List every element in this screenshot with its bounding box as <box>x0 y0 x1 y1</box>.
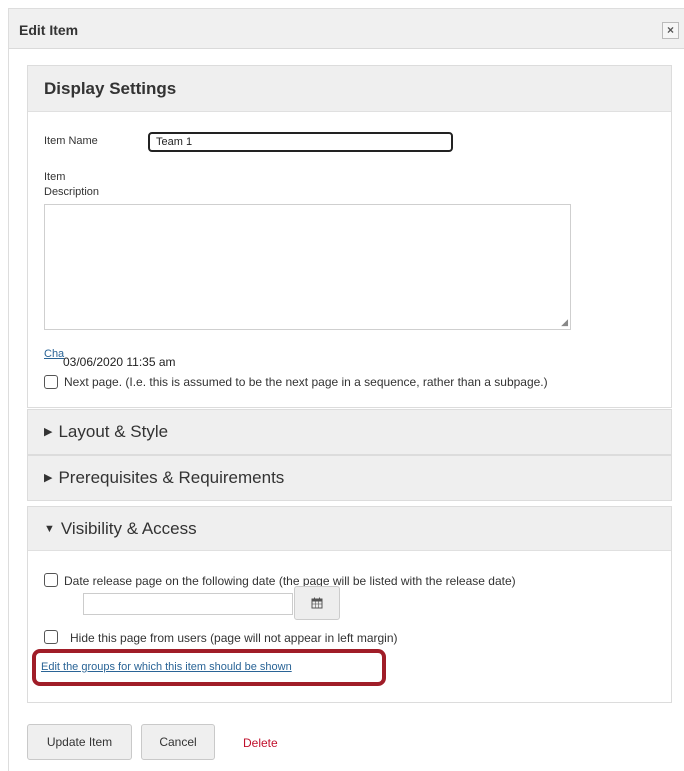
layout-style-panel[interactable]: ▶ Layout & Style <box>27 409 672 455</box>
groups-link-highlight <box>32 649 386 686</box>
display-settings-panel: Display Settings Item Name Team 1 Item D… <box>27 65 672 408</box>
visibility-access-panel: ▼ Visibility & Access Date release page o… <box>27 506 672 703</box>
date-release-checkbox[interactable] <box>44 573 58 587</box>
update-item-button[interactable]: Update Item <box>27 724 132 760</box>
hide-page-label: Hide this page from users (page will not… <box>70 631 398 645</box>
caret-right-icon: ▶ <box>44 472 53 484</box>
edit-item-dialog: Edit Item × Display Settings Item Name T… <box>8 8 684 771</box>
calendar-icon <box>311 597 323 609</box>
layout-style-title: Layout & Style <box>58 422 169 441</box>
hide-page-checkbox[interactable] <box>44 630 58 644</box>
cancel-button[interactable]: Cancel <box>141 724 215 760</box>
close-icon[interactable]: × <box>662 22 679 39</box>
change-date-link[interactable]: Cha <box>44 348 64 360</box>
calendar-button[interactable] <box>294 586 340 620</box>
item-date: 03/06/2020 11:35 am <box>63 355 176 369</box>
layout-style-header[interactable]: ▶ Layout & Style <box>28 410 671 454</box>
dialog-title: Edit Item <box>19 22 79 38</box>
next-page-label: Next page. (I.e. this is assumed to be t… <box>64 375 548 389</box>
prerequisites-title: Prerequisites & Requirements <box>58 468 285 487</box>
release-date-input[interactable] <box>83 593 293 615</box>
next-page-checkbox[interactable] <box>44 375 58 389</box>
item-name-input[interactable]: Team 1 <box>148 132 453 152</box>
item-description-textarea[interactable]: ◢ <box>44 204 571 330</box>
prerequisites-header[interactable]: ▶ Prerequisites & Requirements <box>28 456 671 500</box>
visibility-access-header[interactable]: ▼ Visibility & Access <box>28 507 671 551</box>
display-settings-header: Display Settings <box>28 66 671 112</box>
item-name-label: Item Name <box>44 135 98 147</box>
date-release-label: Date release page on the following date … <box>64 574 516 588</box>
caret-down-icon: ▼ <box>44 523 55 535</box>
delete-link[interactable]: Delete <box>243 736 278 750</box>
item-description-label-line1: Item <box>44 171 66 183</box>
item-description-label-line2: Description <box>44 186 100 198</box>
dialog-titlebar: Edit Item × <box>9 9 684 49</box>
caret-right-icon: ▶ <box>44 426 53 438</box>
resize-grip-icon[interactable]: ◢ <box>561 318 568 327</box>
prerequisites-panel[interactable]: ▶ Prerequisites & Requirements <box>27 455 672 501</box>
visibility-access-title: Visibility & Access <box>60 519 197 538</box>
